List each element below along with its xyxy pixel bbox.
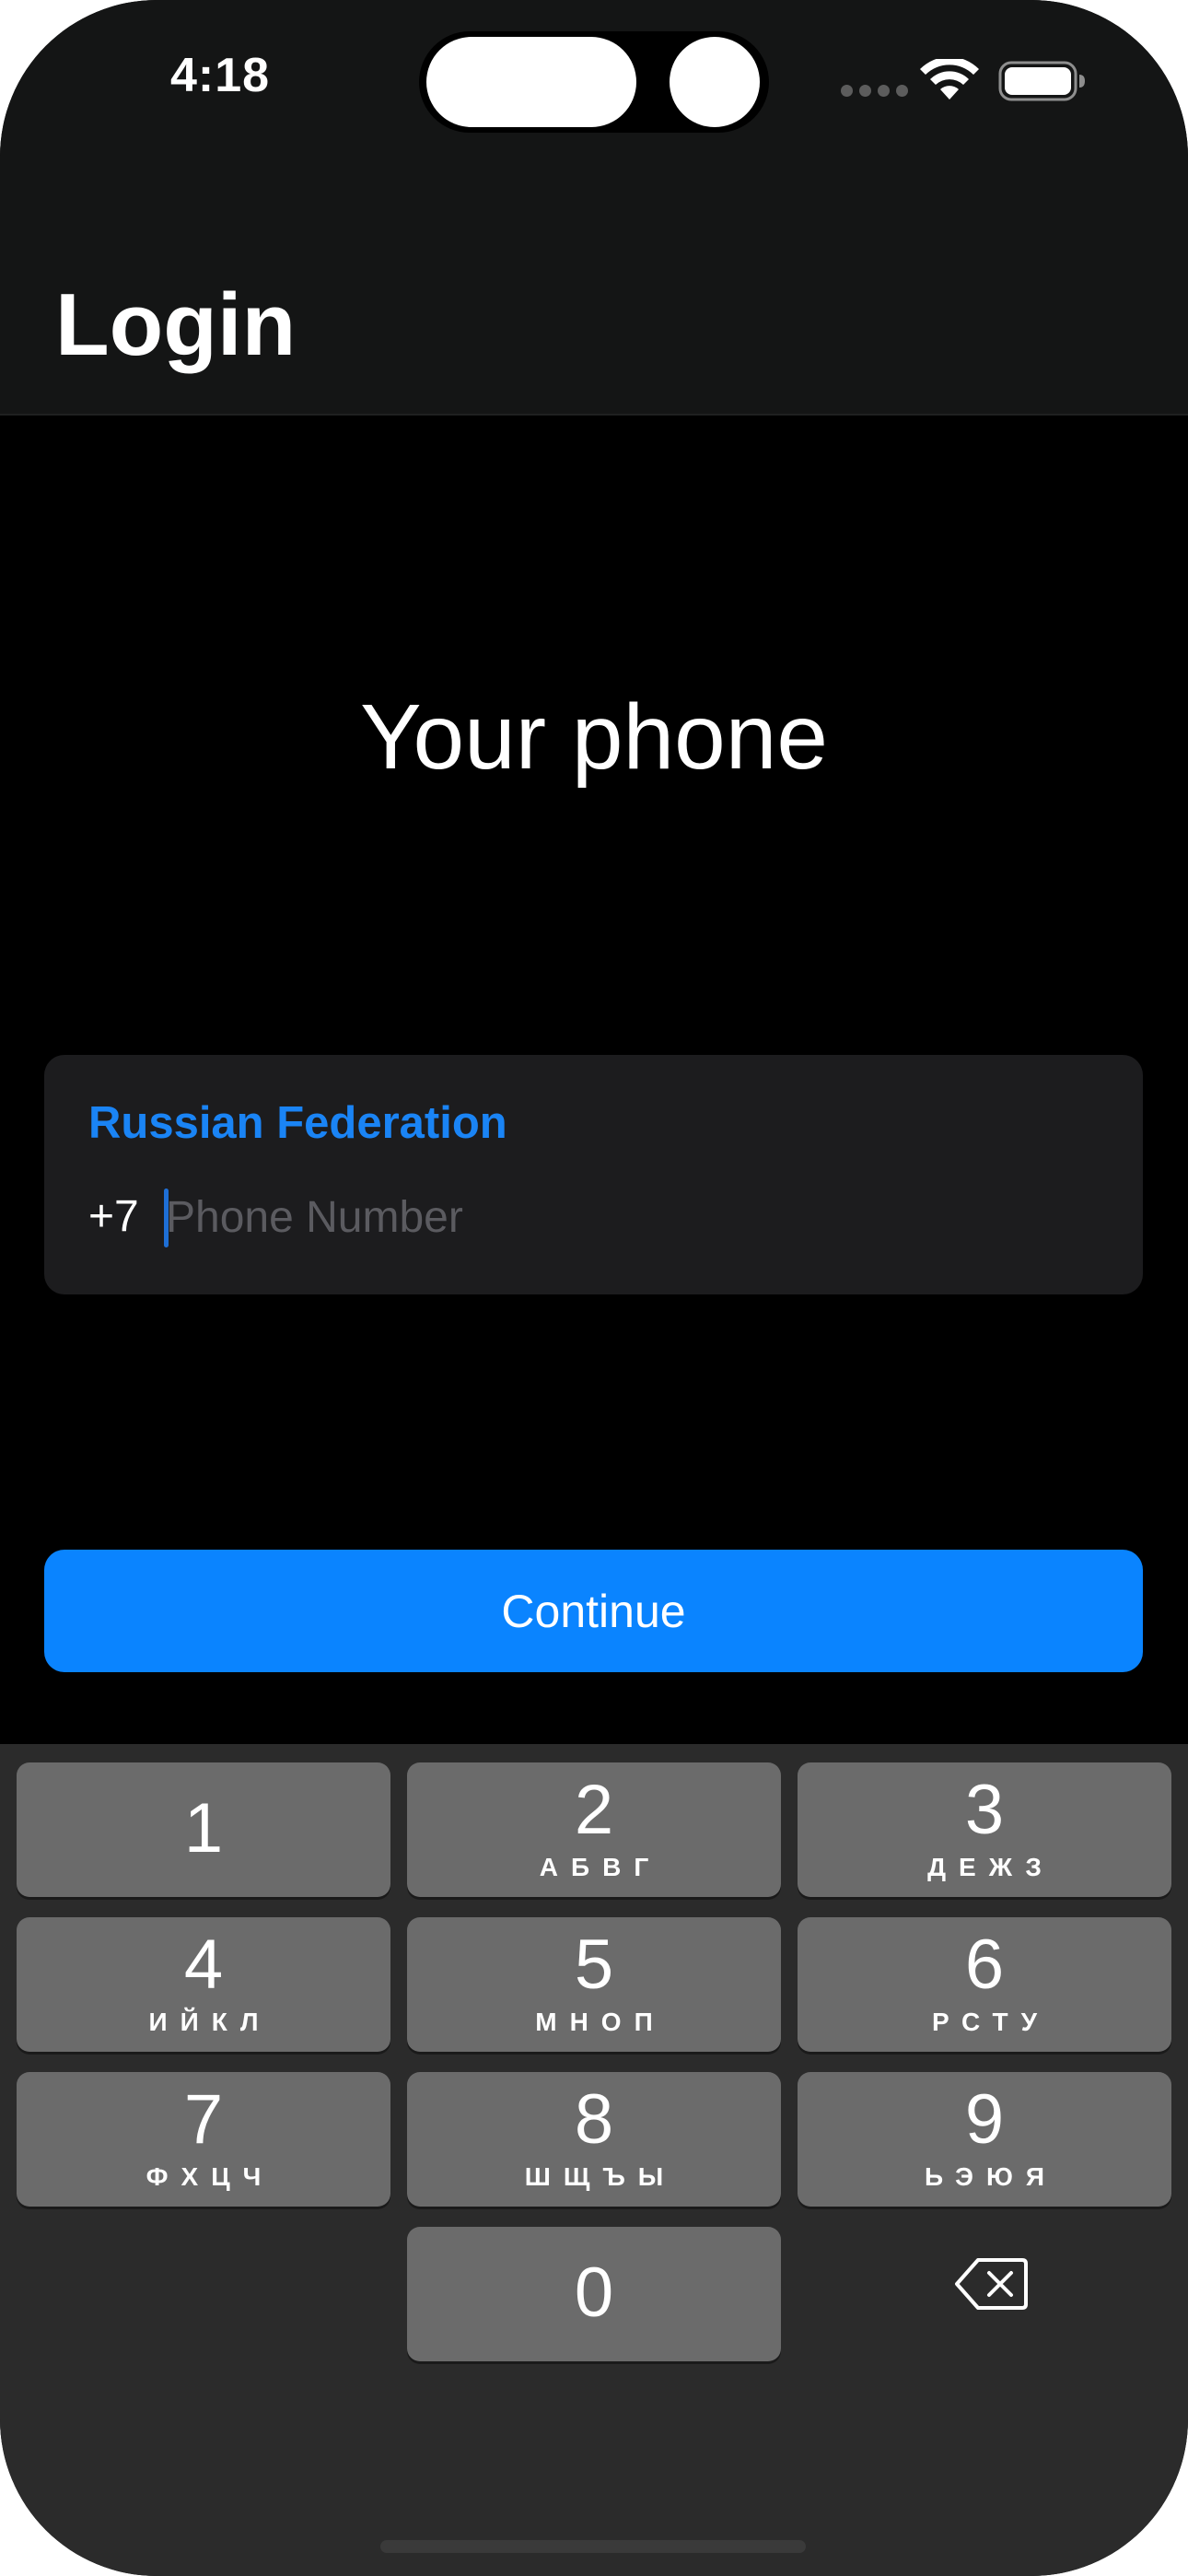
key-digit: 1: [183, 1789, 224, 1868]
country-selector[interactable]: Russian Federation: [88, 1101, 507, 1146]
key-7[interactable]: 7 ФХЦЧ: [17, 2072, 390, 2207]
status-time: 4:18: [170, 49, 271, 102]
key-5[interactable]: 5 МНОП: [407, 1917, 781, 2052]
key-0[interactable]: 0: [407, 2227, 781, 2361]
key-letters: АБВГ: [539, 1853, 662, 1881]
key-digit: 7: [183, 2080, 224, 2159]
heading: Your phone: [360, 685, 828, 789]
key-digit: 4: [183, 1926, 224, 2004]
key-digit: 8: [574, 2080, 614, 2159]
key-letters: ИЙКЛ: [148, 2008, 272, 2036]
key-letters: ДЕЖЗ: [927, 1853, 1054, 1881]
key-3[interactable]: 3 ДЕЖЗ: [798, 1762, 1171, 1897]
numeric-keypad: 1 2 АБВГ 3 ДЕЖЗ 4 ИЙКЛ 5 МНОП 6 РСТУ 7 Ф…: [0, 1744, 1188, 2576]
navigation-bar: 4:18 Login: [0, 0, 1188, 416]
country-code: +7: [88, 1192, 139, 1241]
battery-icon: [998, 61, 1085, 101]
island-camera-icon: [670, 37, 760, 127]
key-6[interactable]: 6 РСТУ: [798, 1917, 1171, 2052]
wifi-icon: [920, 59, 979, 100]
page-title: Login: [55, 275, 297, 374]
key-digit: 6: [964, 1926, 1005, 2004]
key-digit: 5: [574, 1926, 614, 2004]
backspace-icon[interactable]: [954, 2256, 1028, 2312]
phone-number-input[interactable]: [166, 1182, 1087, 1252]
island-pill-icon: [426, 37, 636, 127]
key-8[interactable]: 8 ШЩЪЫ: [407, 2072, 781, 2207]
key-letters: РСТУ: [931, 2008, 1051, 2036]
key-digit: 3: [964, 1771, 1005, 1849]
signal-dots-icon: [841, 85, 908, 97]
home-indicator[interactable]: [380, 2540, 806, 2553]
phone-screen: 4:18 Login Your phone Russian Federation…: [0, 0, 1188, 2576]
key-letters: ФХЦЧ: [146, 2162, 274, 2191]
key-digit: 9: [964, 2080, 1005, 2159]
key-4[interactable]: 4 ИЙКЛ: [17, 1917, 390, 2052]
continue-button[interactable]: Continue: [44, 1550, 1143, 1672]
phone-entry-card: Russian Federation +7: [44, 1055, 1143, 1294]
key-letters: ЬЭЮЯ: [925, 2162, 1057, 2191]
dynamic-island: [419, 31, 769, 133]
key-letters: МНОП: [535, 2008, 666, 2036]
key-1[interactable]: 1: [17, 1762, 390, 1897]
key-9[interactable]: 9 ЬЭЮЯ: [798, 2072, 1171, 2207]
key-digit: 2: [574, 1771, 614, 1849]
key-letters: ШЩЪЫ: [524, 2162, 677, 2191]
key-digit: 0: [574, 2254, 614, 2332]
key-2[interactable]: 2 АБВГ: [407, 1762, 781, 1897]
